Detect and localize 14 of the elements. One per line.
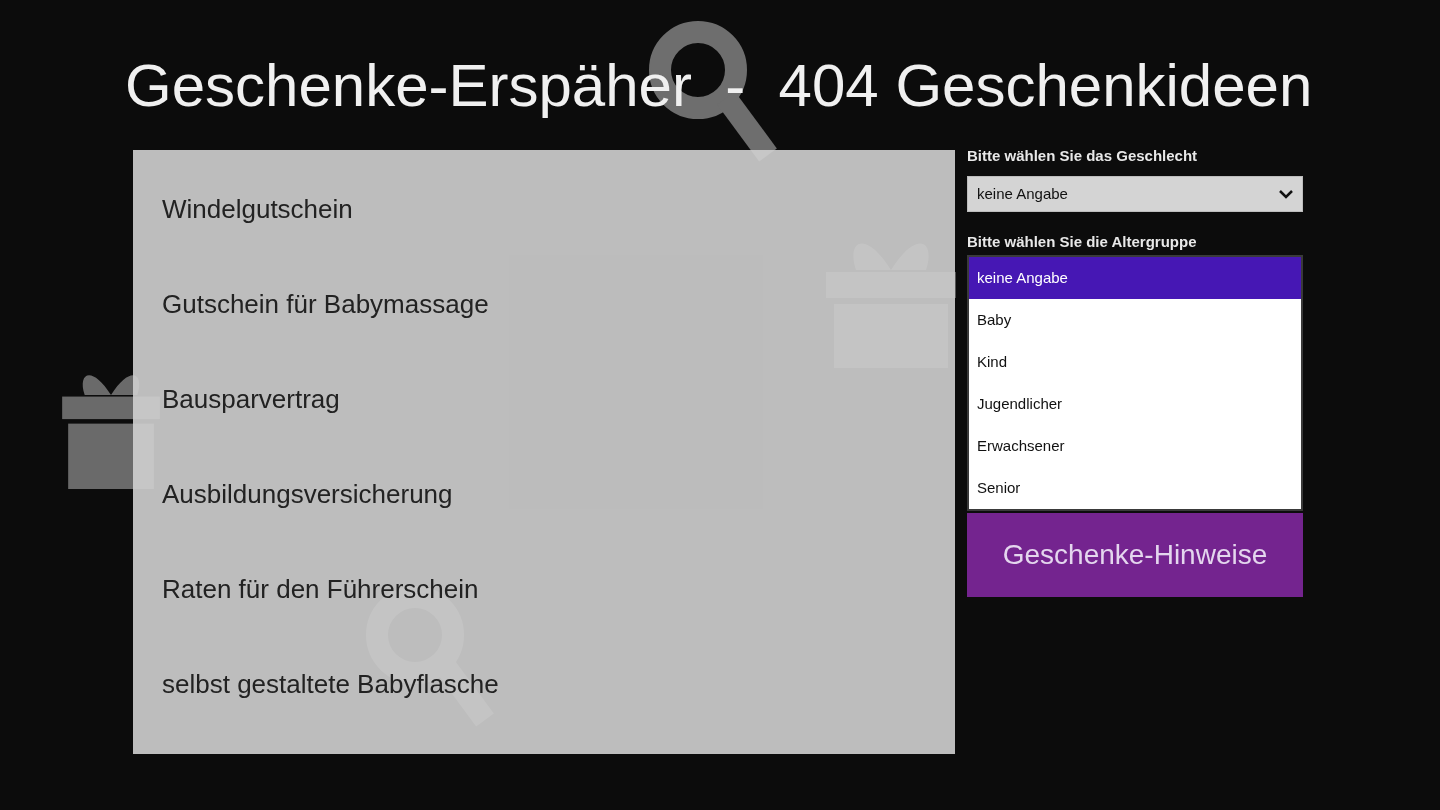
age-group-label: Bitte wählen Sie die Altergruppe [967, 235, 1197, 252]
gender-label: Bitte wählen Sie das Geschlecht [967, 150, 1198, 166]
gift-idea-item[interactable]: Ausbildungsversicherung [162, 475, 453, 514]
gift-hints-button[interactable]: Geschenke-Hinweise [967, 513, 1303, 597]
app-title: Geschenke-Erspäher - 404 Geschenkideen [125, 51, 1313, 121]
gift-idea-item[interactable]: Gutschein für Babymassage [162, 285, 489, 324]
gender-dropdown[interactable]: keine Angabe [967, 176, 1303, 212]
gift-idea-item[interactable]: selbst gestaltete Babyflasche [162, 665, 499, 704]
gift-idea-item[interactable]: Bausparvertrag [162, 380, 340, 419]
dropdown-value: keine Angabe [977, 183, 1068, 204]
gift-idea-item[interactable]: Windelgutschein [162, 190, 353, 229]
list-option[interactable]: keine Angabe [969, 257, 1301, 299]
chevron-down-icon [1279, 189, 1293, 199]
gift-idea-item[interactable]: Raten für den Führerschein [162, 570, 479, 609]
